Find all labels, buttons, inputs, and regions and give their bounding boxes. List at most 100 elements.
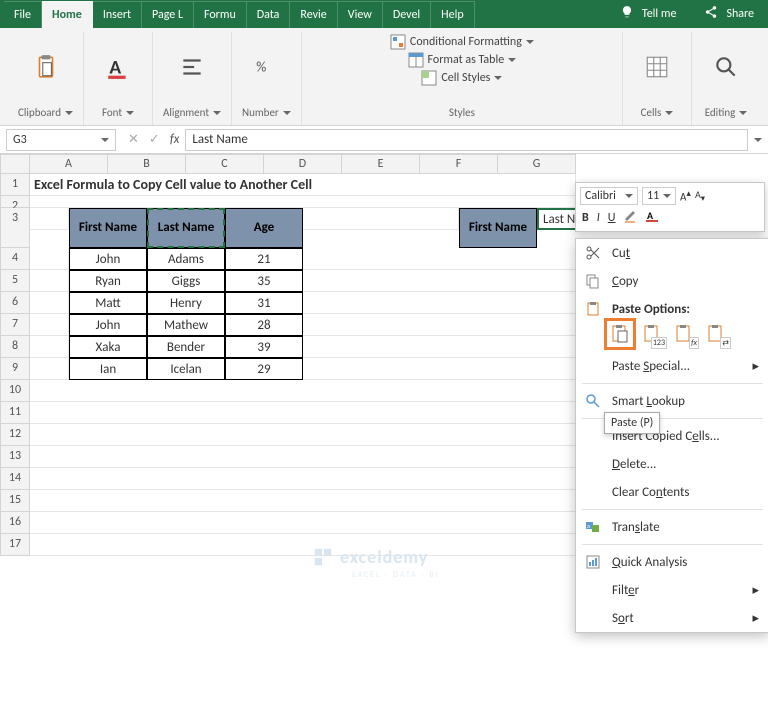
cell-c9[interactable]: Icelan (147, 358, 225, 380)
share-label[interactable]: Share (726, 7, 754, 21)
row-15[interactable]: 15 (0, 490, 30, 512)
col-B[interactable]: B (108, 154, 186, 174)
row-9[interactable]: 9 (0, 358, 30, 380)
cell-c6[interactable]: Henry (147, 292, 225, 314)
mini-fontcolor-icon[interactable]: A (645, 209, 659, 227)
col-D[interactable]: D (264, 154, 342, 174)
paste-option-values[interactable]: 123 (638, 320, 666, 348)
format-as-table[interactable]: Format as Table (408, 52, 517, 68)
row-1[interactable]: 1 (0, 174, 30, 196)
tab-help[interactable]: Help (431, 1, 475, 28)
cancel-icon[interactable]: ✕ (128, 132, 139, 147)
paste-option-formulas[interactable]: fx (670, 320, 698, 348)
dropdown-icon[interactable] (665, 111, 673, 115)
cell-b8[interactable]: Xaka (69, 336, 147, 358)
paste-option-transpose[interactable]: ⇄ (702, 320, 730, 348)
dropdown-icon[interactable] (283, 111, 291, 115)
cell-d8[interactable]: 39 (225, 336, 303, 358)
col-A[interactable]: A (30, 154, 108, 174)
row-16[interactable]: 16 (0, 512, 30, 534)
decrease-font-icon[interactable]: A▾ (695, 188, 705, 204)
col-E[interactable]: E (342, 154, 420, 174)
mini-underline[interactable]: U (608, 211, 616, 225)
tab-file[interactable]: File (4, 1, 42, 28)
cm-delete[interactable]: Delete... (576, 450, 768, 478)
cell-c5[interactable]: Giggs (147, 270, 225, 292)
row-13[interactable]: 13 (0, 446, 30, 468)
cell-b6[interactable]: Matt (69, 292, 147, 314)
row-17[interactable]: 17 (0, 534, 30, 556)
tab-review[interactable]: Revie (290, 1, 337, 28)
tab-data[interactable]: Data (247, 1, 291, 28)
mini-bold[interactable]: B (582, 211, 589, 225)
alignment-button[interactable] (168, 54, 216, 84)
cm-translate[interactable]: a Translate (576, 513, 768, 541)
row-4[interactable]: 4 (0, 248, 30, 270)
editing-button[interactable] (702, 54, 750, 84)
mini-italic[interactable]: I (597, 211, 600, 225)
dropdown-icon[interactable] (213, 111, 221, 115)
conditional-formatting[interactable]: Conditional Formatting (390, 34, 534, 50)
clipboard-button[interactable] (22, 54, 70, 84)
tab-home[interactable]: Home (42, 1, 93, 28)
header-age[interactable]: Age (225, 208, 303, 248)
formula-bar[interactable]: Last Name (185, 129, 748, 151)
dropdown-icon[interactable] (126, 111, 134, 115)
row-11[interactable]: 11 (0, 402, 30, 424)
increase-font-icon[interactable]: A▴ (680, 188, 691, 204)
cells-button[interactable] (633, 54, 681, 84)
mini-size-select[interactable]: 11 (642, 187, 676, 205)
tellme-label[interactable]: Tell me (642, 7, 677, 21)
header-first[interactable]: First Name (69, 208, 147, 248)
select-all-corner[interactable] (0, 154, 30, 174)
cell-b5[interactable]: Ryan (69, 270, 147, 292)
title-cell[interactable]: Excel Formula to Copy Cell value to Anot… (30, 174, 576, 196)
row-10[interactable]: 10 (0, 380, 30, 402)
mini-font-select[interactable]: Calibri (580, 187, 638, 205)
cell-c7[interactable]: Mathew (147, 314, 225, 336)
cell-d9[interactable]: 29 (225, 358, 303, 380)
font-button[interactable]: A (94, 54, 142, 84)
cell-b7[interactable]: John (69, 314, 147, 336)
cell-d6[interactable]: 31 (225, 292, 303, 314)
tab-formulas[interactable]: Formu (194, 1, 247, 28)
row-5[interactable]: 5 (0, 270, 30, 292)
col-F[interactable]: F (420, 154, 498, 174)
cell-styles[interactable]: Cell Styles (421, 70, 502, 86)
cm-paste-special[interactable]: Paste Special... ▸ (576, 352, 768, 380)
number-button[interactable]: % (242, 54, 290, 84)
cell-b4[interactable]: John (69, 248, 147, 270)
tab-insert[interactable]: Insert (93, 1, 142, 28)
cm-clear-contents[interactable]: Clear Contents (576, 478, 768, 506)
cell-d5[interactable]: 35 (225, 270, 303, 292)
dropdown-icon[interactable] (65, 111, 73, 115)
row-6[interactable]: 6 (0, 292, 30, 314)
enter-icon[interactable]: ✓ (149, 132, 160, 147)
mini-fill-icon[interactable] (623, 209, 637, 227)
cm-cut[interactable]: Cut (576, 239, 768, 267)
fx-icon[interactable]: fx (170, 132, 180, 147)
cell-c4[interactable]: Adams (147, 248, 225, 270)
col-G[interactable]: G (498, 154, 576, 174)
row-7[interactable]: 7 (0, 314, 30, 336)
dropdown-icon[interactable] (739, 111, 747, 115)
tab-developer[interactable]: Devel (383, 1, 431, 28)
paste-option-paste[interactable] (606, 320, 634, 348)
cell-c8[interactable]: Bender (147, 336, 225, 358)
tab-view[interactable]: View (338, 1, 383, 28)
cm-copy[interactable]: Copy (576, 267, 768, 295)
cm-smart-lookup[interactable]: Smart Lookup (576, 387, 768, 415)
header-first-dest[interactable]: First Name (459, 208, 537, 248)
name-box[interactable]: G3 (6, 129, 116, 151)
row-12[interactable]: 12 (0, 424, 30, 446)
row-3[interactable]: 3 (0, 208, 30, 248)
cell-b9[interactable]: Ian (69, 358, 147, 380)
col-C[interactable]: C (186, 154, 264, 174)
cm-filter[interactable]: Filter ▸ (576, 576, 768, 604)
expand-formula-icon[interactable] (754, 138, 762, 142)
cell-d4[interactable]: 21 (225, 248, 303, 270)
row-2[interactable]: 2 (0, 196, 30, 208)
row-8[interactable]: 8 (0, 336, 30, 358)
cm-quick-analysis[interactable]: Quick Analysis (576, 548, 768, 576)
row-14[interactable]: 14 (0, 468, 30, 490)
